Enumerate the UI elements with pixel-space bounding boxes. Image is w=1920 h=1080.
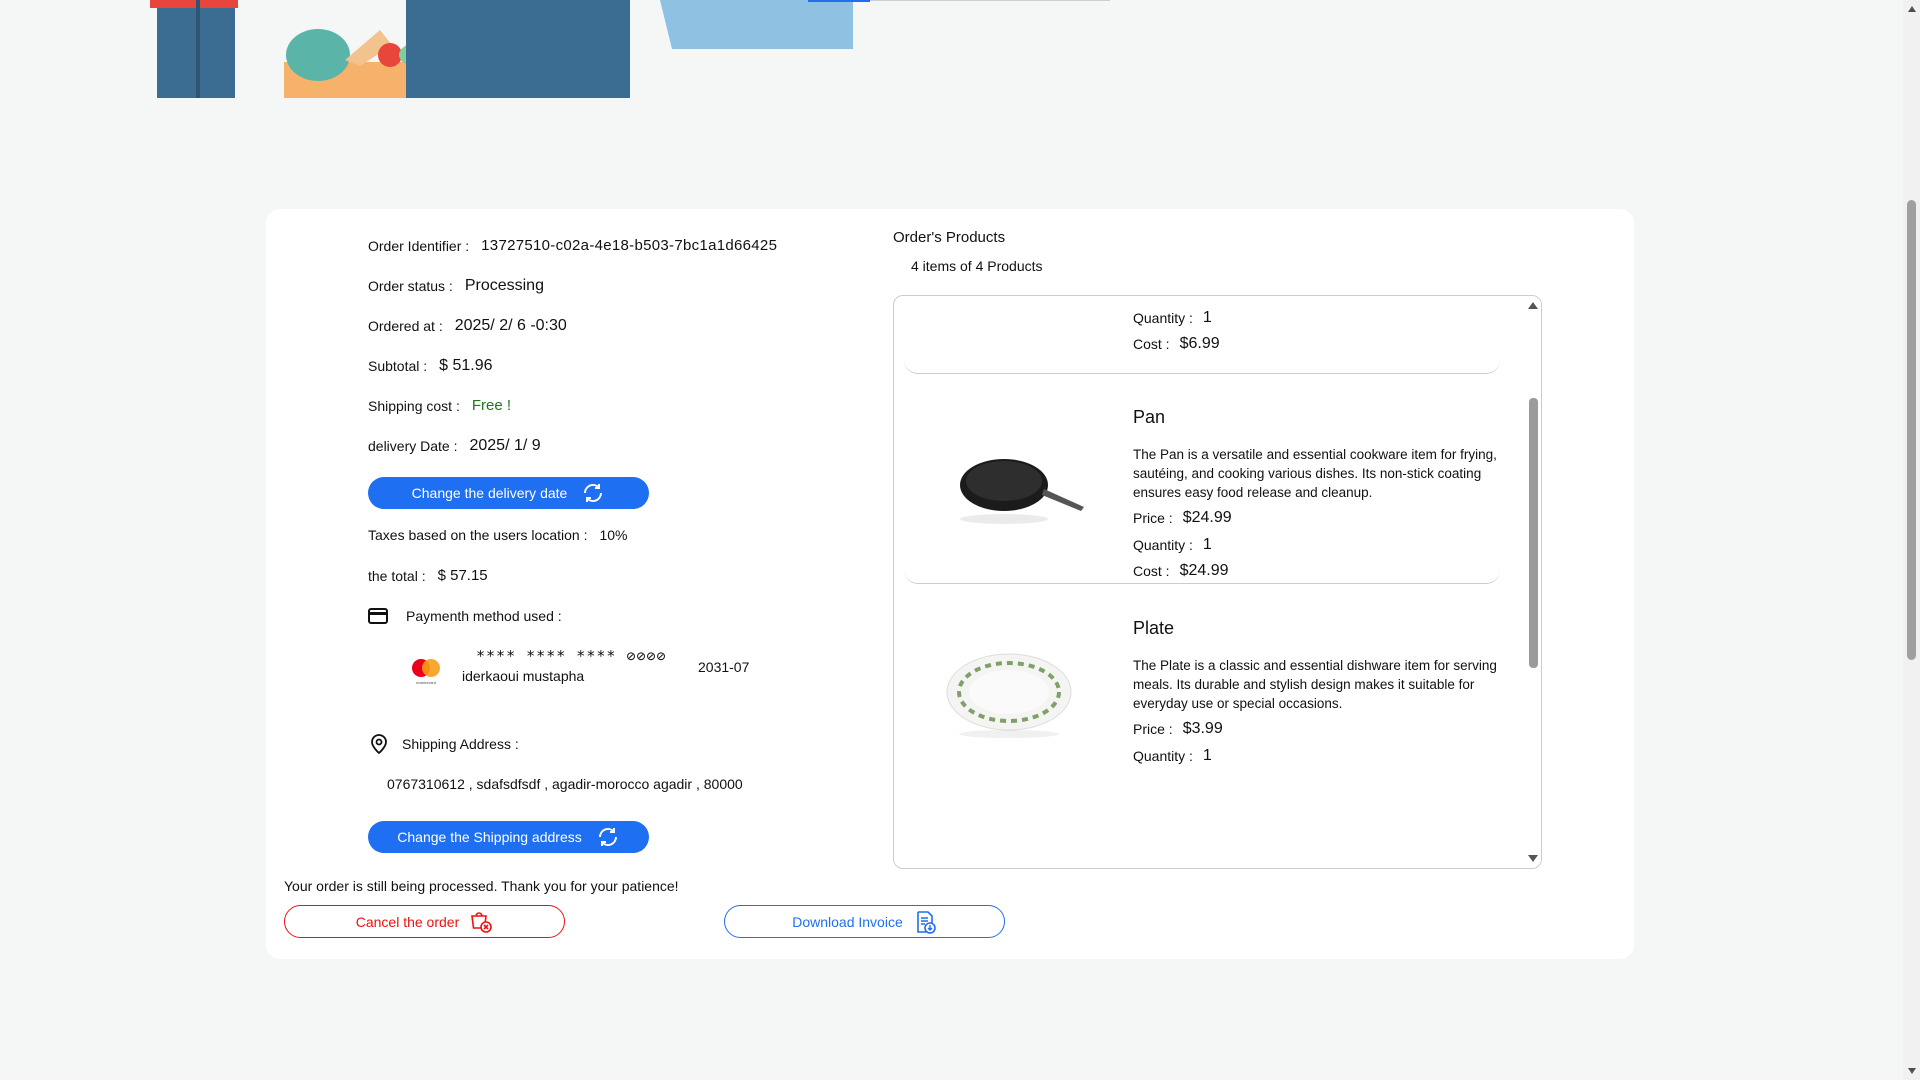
quantity-label: Quantity : bbox=[1133, 748, 1193, 764]
order-status-value: Processing bbox=[464, 277, 544, 294]
product-quantity: Quantity : 1 bbox=[1133, 747, 1212, 765]
shipping-cost-label: Shipping cost : bbox=[368, 397, 460, 414]
download-invoice-button[interactable]: Download Invoice bbox=[724, 905, 1005, 938]
change-shipping-address-label: Change the Shipping address bbox=[397, 829, 582, 845]
price-label: Price : bbox=[1133, 510, 1173, 526]
credit-card-icon bbox=[368, 608, 388, 624]
product-item: Pan The Pan is a versatile and essential… bbox=[904, 373, 1500, 584]
change-delivery-date-label: Change the delivery date bbox=[411, 485, 568, 501]
subtotal-value: $ 51.96 bbox=[439, 357, 493, 374]
product-name: Pan bbox=[1133, 407, 1166, 427]
change-shipping-address-button[interactable]: Change the Shipping address bbox=[368, 821, 649, 853]
plate-image bbox=[946, 653, 1072, 738]
products-title: Order's Products bbox=[893, 229, 1006, 246]
total-label: the total : bbox=[368, 567, 426, 584]
header-illustration bbox=[150, 0, 1110, 98]
cancel-order-button[interactable]: Cancel the order bbox=[284, 905, 565, 938]
product-item: Quantity : 1 Cost : $6.99 bbox=[904, 296, 1500, 374]
taxes-row: Taxes based on the users location : 10% bbox=[368, 527, 628, 543]
products-list[interactable]: Quantity : 1 Cost : $6.99 Pan The Pan is… bbox=[893, 295, 1542, 869]
price-value: $24.99 bbox=[1182, 509, 1232, 526]
scroll-down-arrow-icon[interactable] bbox=[1908, 1068, 1916, 1074]
shipping-address-value: 0767310612 , sdafsdfsdf , agadir-morocco… bbox=[387, 776, 743, 792]
subtotal-label: Subtotal : bbox=[368, 358, 428, 374]
cancel-order-label: Cancel the order bbox=[355, 913, 460, 930]
location-pin-icon bbox=[371, 734, 387, 754]
order-identifier-value: 13727510-c02a-4e18-b503-7bc1a1d66425 bbox=[481, 237, 778, 254]
pan-image bbox=[960, 459, 1084, 524]
order-status-row: Order status : Processing bbox=[368, 277, 544, 295]
product-description: The Pan is a versatile and essential coo… bbox=[1133, 447, 1497, 500]
payment-method-label: Paymenth method used : bbox=[406, 608, 562, 624]
order-identifier-row: Order Identifier : 13727510-c02a-4e18-b5… bbox=[368, 237, 777, 254]
product-description: The Plate is a classic and essential dis… bbox=[1133, 658, 1497, 711]
product-name: Plate bbox=[1133, 618, 1175, 638]
taxes-value: 10% bbox=[599, 527, 628, 543]
product-quantity: Quantity : 1 bbox=[1133, 309, 1212, 327]
scroll-up-arrow-icon[interactable] bbox=[1528, 302, 1538, 309]
quantity-value: 1 bbox=[1202, 747, 1212, 764]
order-identifier-label: Order Identifier : bbox=[368, 237, 470, 254]
delivery-date-value: 2025/ 1/ 9 bbox=[469, 437, 541, 454]
quantity-value: 1 bbox=[1202, 536, 1212, 553]
cost-value: $6.99 bbox=[1179, 335, 1220, 352]
download-invoice-label: Download Invoice bbox=[792, 913, 903, 930]
product-cost: Cost : $6.99 bbox=[1133, 335, 1220, 353]
order-details-card: Order Identifier : 13727510-c02a-4e18-b5… bbox=[266, 209, 1634, 959]
card-expiry: 2031-07 bbox=[698, 659, 750, 675]
cost-label: Cost : bbox=[1133, 563, 1170, 579]
ordered-at-row: Ordered at : 2025/ 2/ 6 -0:30 bbox=[368, 317, 567, 335]
product-price: Price : $3.99 bbox=[1133, 720, 1223, 738]
cost-label: Cost : bbox=[1133, 336, 1170, 352]
refresh-icon bbox=[598, 828, 617, 846]
shipping-cost-value: Free ! bbox=[471, 397, 512, 414]
product-cost: Cost : $24.99 bbox=[1133, 562, 1229, 580]
scroll-down-arrow-icon[interactable] bbox=[1528, 855, 1538, 862]
taxes-label: Taxes based on the users location : bbox=[368, 527, 588, 543]
total-value: $ 57.15 bbox=[437, 567, 488, 584]
products-scrollbar-thumb[interactable] bbox=[1529, 398, 1538, 668]
delivery-date-label: delivery Date : bbox=[368, 438, 458, 454]
subtotal-row: Subtotal : $ 51.96 bbox=[368, 357, 493, 375]
mastercard-wordmark: mastercard bbox=[416, 680, 436, 685]
ordered-at-label: Ordered at : bbox=[368, 318, 443, 334]
window-scrollbar-thumb[interactable] bbox=[1907, 200, 1916, 660]
product-quantity: Quantity : 1 bbox=[1133, 536, 1212, 554]
window-scrollbar[interactable] bbox=[1903, 0, 1920, 1080]
total-row: the total : $ 57.15 bbox=[368, 567, 488, 584]
card-holder-name: iderkaoui mustapha bbox=[462, 668, 585, 684]
quantity-label: Quantity : bbox=[1133, 537, 1193, 553]
product-item: Plate The Plate is a classic and essenti… bbox=[904, 584, 1500, 868]
order-status-label: Order status : bbox=[368, 278, 453, 294]
scroll-up-arrow-icon[interactable] bbox=[1908, 6, 1916, 12]
products-scrollbar[interactable] bbox=[1524, 296, 1541, 868]
quantity-label: Quantity : bbox=[1133, 310, 1193, 326]
delivery-date-row: delivery Date : 2025/ 1/ 9 bbox=[368, 437, 541, 455]
products-count: 4 items of 4 Products bbox=[911, 258, 1043, 274]
quantity-value: 1 bbox=[1202, 309, 1212, 326]
cancel-order-icon bbox=[471, 911, 493, 933]
ordered-at-value: 2025/ 2/ 6 -0:30 bbox=[454, 317, 567, 334]
cost-value: $24.99 bbox=[1179, 562, 1229, 579]
shipping-cost-row: Shipping cost : Free ! bbox=[368, 397, 511, 414]
price-value: $3.99 bbox=[1182, 720, 1223, 737]
change-delivery-date-button[interactable]: Change the delivery date bbox=[368, 477, 649, 509]
shipping-address-label: Shipping Address : bbox=[402, 736, 519, 752]
order-status-message: Your order is still being processed. Tha… bbox=[284, 878, 679, 894]
download-document-icon bbox=[916, 910, 936, 934]
price-label: Price : bbox=[1133, 721, 1173, 737]
product-price: Price : $24.99 bbox=[1133, 509, 1232, 527]
mastercard-logo-icon: mastercard bbox=[412, 659, 440, 685]
refresh-icon bbox=[584, 484, 603, 502]
card-number: **** **** **** ⊘⊘⊘⊘ bbox=[476, 647, 667, 665]
